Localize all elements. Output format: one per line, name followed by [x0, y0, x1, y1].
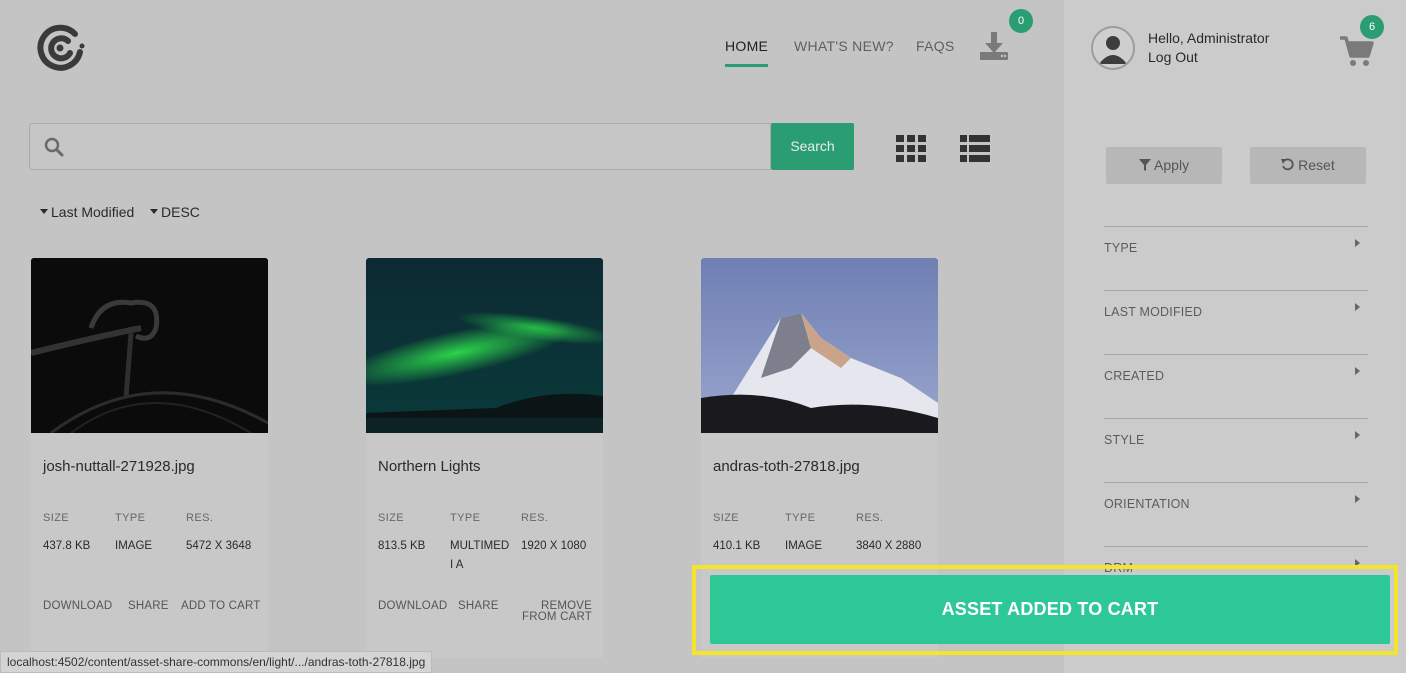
mountain-image — [701, 258, 938, 433]
search-input[interactable] — [29, 123, 771, 170]
res-value: 1920 X 1080 — [521, 540, 587, 552]
search-button[interactable]: Search — [771, 123, 854, 170]
res-label: RES. — [856, 512, 884, 524]
user-icon — [1099, 36, 1127, 64]
size-value: 410.1 KB — [713, 540, 761, 552]
type-value: IMAGE — [785, 540, 823, 552]
sort-field-label: Last Modified — [51, 204, 135, 220]
size-label: SIZE — [713, 512, 740, 524]
downloads-count-badge: 0 — [1009, 9, 1033, 33]
undo-icon — [1281, 158, 1294, 171]
filter-label: ORIENTATION — [1104, 497, 1190, 511]
caret-right-icon — [1355, 431, 1360, 439]
asset-thumbnail[interactable] — [31, 258, 268, 433]
type-label: TYPE — [785, 512, 816, 524]
size-value: 813.5 KB — [378, 540, 426, 552]
filter-last-modified[interactable]: LAST MODIFIED — [1104, 290, 1368, 354]
logo-icon[interactable] — [36, 24, 86, 72]
res-label: RES. — [186, 512, 214, 524]
download-link[interactable]: DOWNLOAD — [378, 600, 447, 612]
type-value: IMAGE — [115, 540, 153, 552]
cart-icon[interactable] — [1338, 34, 1374, 68]
caret-right-icon — [1355, 495, 1360, 503]
size-label: SIZE — [43, 512, 70, 524]
sort-direction-label: DESC — [161, 204, 200, 220]
apply-button[interactable]: Apply — [1106, 147, 1222, 184]
logout-link[interactable]: Log Out — [1148, 48, 1269, 67]
filter-type[interactable]: TYPE — [1104, 226, 1368, 290]
filter-created[interactable]: CREATED — [1104, 354, 1368, 418]
caret-right-icon — [1355, 367, 1360, 375]
apply-label: Apply — [1154, 157, 1190, 173]
res-value: 3840 X 2880 — [856, 540, 922, 552]
reset-button[interactable]: Reset — [1250, 147, 1366, 184]
toast-notification[interactable]: ASSET ADDED TO CART — [710, 575, 1390, 644]
user-greeting: Hello, Administrator Log Out — [1148, 29, 1269, 67]
type-label: TYPE — [450, 512, 481, 524]
search-icon — [44, 137, 64, 157]
asset-card[interactable]: josh-nuttall-271928.jpg SIZE TYPE RES. 4… — [31, 258, 268, 658]
filter-label: LAST MODIFIED — [1104, 305, 1203, 319]
filter-label: STYLE — [1104, 433, 1145, 447]
type-value: MULTIMEDI A — [450, 540, 510, 571]
downloads-icon[interactable] — [978, 30, 1010, 62]
nav-faqs[interactable]: FAQS — [916, 38, 955, 54]
add-to-cart-link[interactable]: ADD TO CART — [181, 600, 261, 612]
share-link[interactable]: SHARE — [128, 600, 169, 612]
caret-down-icon — [150, 208, 158, 214]
res-label: RES. — [521, 512, 549, 524]
caret-down-icon — [40, 208, 48, 214]
filter-label: TYPE — [1104, 241, 1138, 255]
reset-label: Reset — [1298, 157, 1335, 173]
size-value: 437.8 KB — [43, 540, 91, 552]
caret-right-icon — [1355, 303, 1360, 311]
filter-icon — [1138, 159, 1151, 171]
nav-active-indicator — [725, 64, 768, 67]
bicycle-image — [31, 258, 268, 433]
asset-card[interactable]: Northern Lights SIZE TYPE RES. 813.5 KB … — [366, 258, 603, 658]
list-view-icon[interactable] — [960, 135, 990, 162]
filter-orientation[interactable]: ORIENTATION — [1104, 482, 1368, 546]
asset-thumbnail[interactable] — [366, 258, 603, 433]
share-link[interactable]: SHARE — [458, 600, 499, 612]
type-label: TYPE — [115, 512, 146, 524]
sort-field-dropdown[interactable]: Last Modified — [40, 204, 134, 220]
download-link[interactable]: DOWNLOAD — [43, 600, 112, 612]
aurora-image — [366, 258, 603, 433]
size-label: SIZE — [378, 512, 405, 524]
filter-label: CREATED — [1104, 369, 1165, 383]
filter-style[interactable]: STYLE — [1104, 418, 1368, 482]
status-bar-url: localhost:4502/content/asset-share-commo… — [0, 651, 433, 673]
nav-home[interactable]: HOME — [725, 38, 768, 54]
asset-title[interactable]: josh-nuttall-271928.jpg — [43, 458, 195, 475]
caret-right-icon — [1355, 239, 1360, 247]
remove-from-cart-link[interactable]: REMOVE FROM CART — [508, 600, 592, 623]
res-value: 5472 X 3648 — [186, 540, 252, 552]
grid-view-icon[interactable] — [896, 135, 926, 162]
asset-thumbnail[interactable] — [701, 258, 938, 433]
asset-title[interactable]: Northern Lights — [378, 458, 481, 475]
sort-direction-dropdown[interactable]: DESC — [150, 204, 200, 220]
nav-whats-new[interactable]: WHAT'S NEW? — [794, 38, 894, 54]
cart-count-badge: 6 — [1360, 15, 1384, 39]
user-avatar[interactable] — [1091, 26, 1135, 70]
asset-title[interactable]: andras-toth-27818.jpg — [713, 458, 860, 475]
greeting-text: Hello, Administrator — [1148, 30, 1270, 46]
